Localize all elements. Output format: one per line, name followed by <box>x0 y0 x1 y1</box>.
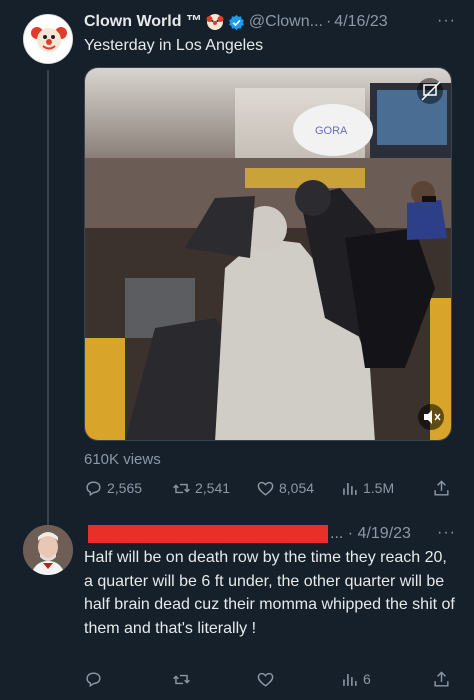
tweet-text: Yesterday in Los Angeles <box>84 37 264 54</box>
reply-icon <box>86 671 101 687</box>
retweet-icon <box>173 674 190 684</box>
like-count: 8,054 <box>279 480 315 496</box>
retweet-count: 2,541 <box>195 480 231 496</box>
reply-retweet-button[interactable] <box>172 670 191 689</box>
like-button[interactable]: 8,054 <box>256 479 314 498</box>
reply-views-count: 6 <box>363 671 371 687</box>
reply-like-button[interactable] <box>256 670 275 689</box>
reply-header: ... · 4/19/23 <box>84 524 454 546</box>
author-name[interactable]: Clown World ™ <box>84 13 202 31</box>
video-overlay-icon[interactable] <box>417 78 443 104</box>
view-count-text: 610K views <box>84 451 161 468</box>
heart-icon <box>257 481 274 496</box>
reply-actions-bar: 6 <box>84 667 454 691</box>
reply-date[interactable]: ... · 4/19/23 <box>330 525 411 543</box>
retweet-button[interactable]: 2,541 <box>172 479 230 498</box>
views-count: 1.5M <box>363 480 395 496</box>
tweet-header: Clown World ™ @Clown... · 4/16/23 <box>84 12 388 32</box>
reply-text: Half will be on death row by the time th… <box>84 549 455 637</box>
reply-reply-button[interactable] <box>84 670 103 689</box>
video-frame: GORA <box>85 68 451 440</box>
tweet-date[interactable]: 4/16/23 <box>334 13 387 31</box>
reply-avatar[interactable] <box>23 525 73 575</box>
reply-more-options-button[interactable]: ··· <box>437 524 456 542</box>
author-handle[interactable]: @Clown... <box>249 13 323 31</box>
clown-avatar-icon <box>25 16 72 63</box>
clown-emoji-icon <box>206 13 224 31</box>
store-sign-text: GORA <box>315 125 348 137</box>
tweet-actions-bar: 2,565 2,541 8,054 1.5M <box>84 476 454 500</box>
share-icon <box>434 479 449 496</box>
heart-icon <box>257 672 274 687</box>
reply-icon <box>86 480 101 496</box>
person-avatar-icon <box>23 525 73 575</box>
avatar[interactable] <box>23 14 73 64</box>
retweet-icon <box>173 483 190 493</box>
reply-button[interactable]: 2,565 <box>84 479 142 498</box>
share-button[interactable] <box>432 479 451 498</box>
reply-count: 2,565 <box>107 480 143 496</box>
reply-share-button[interactable] <box>432 670 451 689</box>
more-options-button[interactable]: ··· <box>437 12 456 30</box>
verified-badge-icon <box>228 14 245 31</box>
separator-dot: · <box>325 13 332 30</box>
analytics-icon <box>343 673 357 686</box>
views-button[interactable]: 1.5M <box>340 479 394 498</box>
share-icon <box>434 670 449 687</box>
thread-connector-line <box>47 70 49 525</box>
analytics-icon <box>343 482 357 495</box>
reply-views-button[interactable]: 6 <box>340 670 371 689</box>
mute-button-icon[interactable] <box>418 404 444 430</box>
redacted-name-bar <box>88 525 328 543</box>
tweet-video[interactable]: GORA <box>84 67 452 441</box>
